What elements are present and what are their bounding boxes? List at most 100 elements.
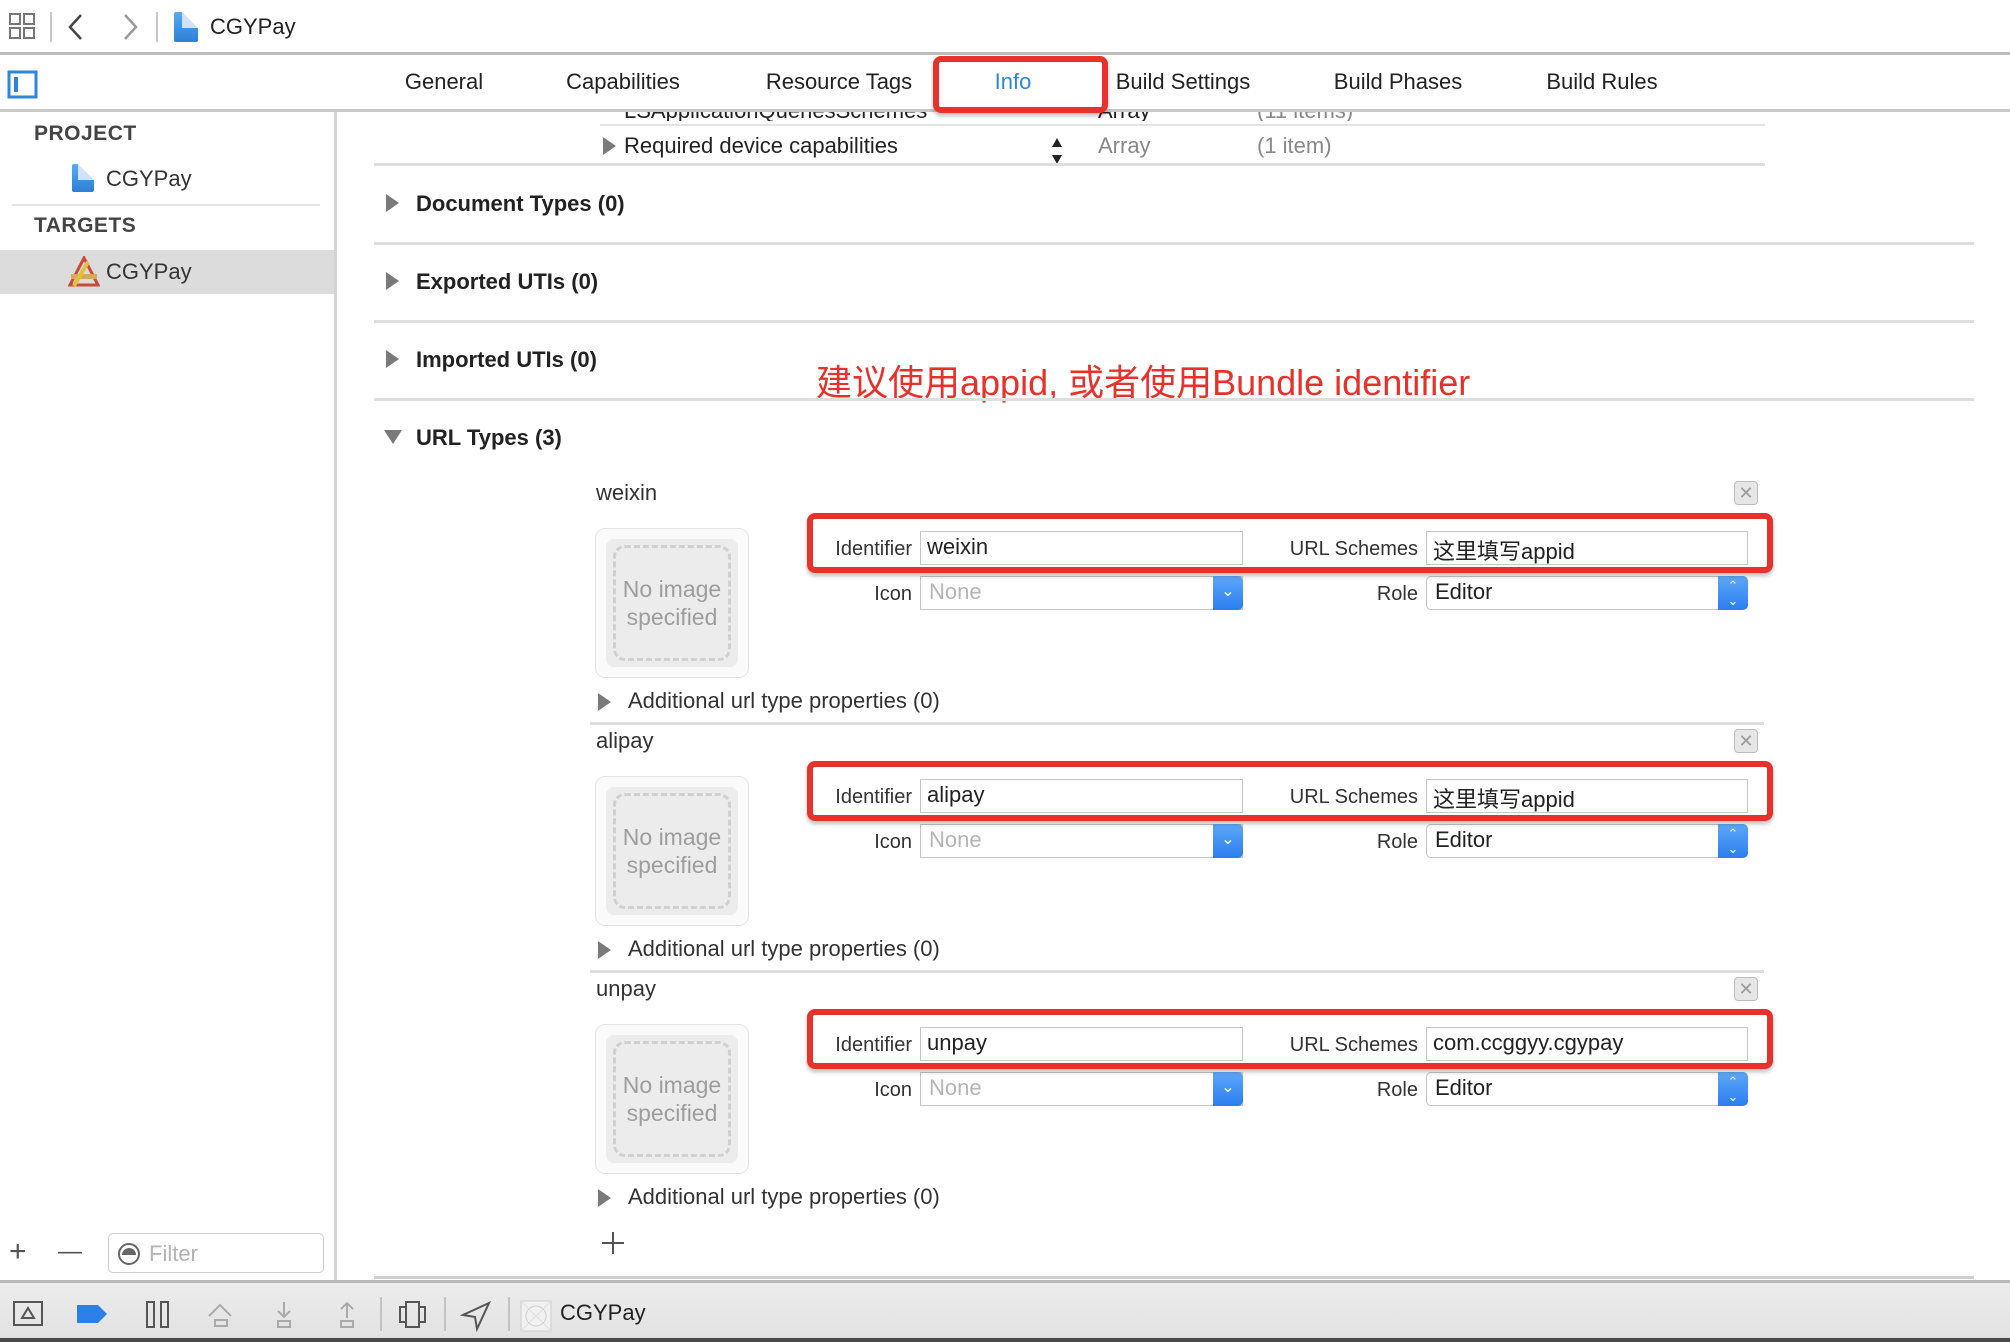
chevron-down-icon: ⌄	[1213, 1072, 1243, 1106]
disclosure-triangle[interactable]	[598, 1189, 611, 1207]
tab-build-rules[interactable]: Build Rules	[1546, 69, 1657, 95]
stepper-icon[interactable]	[1050, 136, 1064, 166]
disclosure-triangle[interactable]	[598, 693, 611, 711]
role-popup-value: Editor	[1435, 1075, 1493, 1100]
project-file-icon	[174, 12, 198, 42]
tab-build-settings[interactable]: Build Settings	[1116, 69, 1251, 95]
step-over-icon[interactable]	[206, 1300, 236, 1330]
role-popup[interactable]: Editor ⌃ ⌄	[1426, 824, 1748, 858]
sidebar-item-label: CGYPay	[106, 259, 192, 284]
role-label: Role	[1376, 831, 1418, 853]
additional-properties[interactable]: Additional url type properties (0)	[628, 1184, 940, 1210]
icon-popup[interactable]: None ⌄	[920, 824, 1243, 858]
step-into-icon[interactable]	[270, 1300, 300, 1330]
filter-icon	[118, 1243, 140, 1265]
additional-properties[interactable]: Additional url type properties (0)	[628, 688, 940, 714]
project-navigator-sidebar: PROJECT CGYPay TARGETS CGYPay	[0, 112, 337, 1280]
url-type-image-well[interactable]: No image specified	[595, 1024, 749, 1174]
filter-placeholder: Filter	[149, 1241, 198, 1266]
plist-type: Array	[1098, 133, 1151, 158]
remove-url-type-button[interactable]: ✕	[1734, 977, 1758, 1001]
add-url-type-icon[interactable]	[600, 1230, 626, 1256]
step-out-icon[interactable]	[333, 1300, 363, 1330]
debug-bar: CGYPay	[0, 1280, 2010, 1342]
breakpoints-icon[interactable]	[76, 1300, 110, 1328]
icon-popup[interactable]: None ⌄	[920, 1072, 1243, 1106]
tab-capabilities[interactable]: Capabilities	[566, 69, 680, 95]
url-type-highlight	[807, 761, 1773, 821]
role-popup[interactable]: Editor ⌃ ⌄	[1426, 576, 1748, 610]
plist-type: Array	[1098, 112, 1151, 121]
plist-key: Required device capabilities	[624, 133, 898, 158]
close-icon: ✕	[1738, 979, 1754, 999]
url-type-highlight	[807, 513, 1773, 573]
info-tab-highlight	[933, 56, 1108, 113]
forward-chevron-icon[interactable]	[120, 12, 140, 42]
remove-url-type-button[interactable]: ✕	[1734, 729, 1758, 753]
divider	[374, 398, 1974, 401]
remove-target-button[interactable]: —	[58, 1237, 82, 1267]
app-target-icon	[68, 256, 100, 288]
tab-resource-tags[interactable]: Resource Tags	[766, 69, 912, 95]
divider	[12, 204, 320, 206]
project-file-icon	[72, 164, 94, 192]
disclosure-triangle[interactable]	[603, 137, 616, 155]
pause-icon[interactable]	[144, 1300, 172, 1330]
breadcrumb-project[interactable]: CGYPay	[210, 14, 296, 40]
icon-popup-value: None	[929, 827, 982, 852]
section-document-types[interactable]: Document Types (0)	[416, 191, 625, 217]
icon-popup-value: None	[929, 579, 982, 604]
divider	[590, 970, 1764, 973]
disclosure-triangle[interactable]	[386, 350, 399, 368]
sidebar-item-project[interactable]: CGYPay	[0, 157, 334, 201]
plist-value: (1 item)	[1257, 133, 1332, 158]
url-type-name: unpay	[596, 976, 656, 1001]
section-imported-utis[interactable]: Imported UTIs (0)	[416, 347, 597, 373]
section-exported-utis[interactable]: Exported UTIs (0)	[416, 269, 598, 295]
divider	[374, 242, 1974, 245]
role-popup-value: Editor	[1435, 579, 1493, 604]
divider	[374, 163, 1765, 166]
url-type-highlight	[807, 1009, 1773, 1069]
tab-build-phases[interactable]: Build Phases	[1334, 69, 1462, 95]
tab-general[interactable]: General	[405, 69, 483, 95]
separator	[508, 1297, 510, 1331]
icon-label: Icon	[874, 831, 912, 853]
divider	[590, 722, 1764, 725]
view-hierarchy-icon[interactable]	[398, 1300, 428, 1330]
disclosure-triangle[interactable]	[386, 194, 399, 212]
title-bar: CGYPay	[0, 0, 2010, 55]
separator	[380, 1297, 382, 1331]
section-url-types[interactable]: URL Types (3)	[416, 425, 562, 451]
image-placeholder-text: No image specified	[622, 1072, 722, 1126]
toggle-sidebar-icon[interactable]	[7, 70, 39, 100]
simulate-location-icon[interactable]	[460, 1300, 492, 1332]
image-placeholder-text: No image specified	[622, 576, 722, 630]
hide-debug-area-icon[interactable]	[12, 1300, 44, 1328]
remove-url-type-button[interactable]: ✕	[1734, 481, 1758, 505]
icon-popup-value: None	[929, 1075, 982, 1100]
disclosure-triangle[interactable]	[598, 941, 611, 959]
url-type-name: weixin	[596, 480, 658, 505]
additional-properties[interactable]: Additional url type properties (0)	[628, 936, 940, 962]
back-chevron-icon[interactable]	[66, 12, 86, 42]
role-label: Role	[1376, 1079, 1418, 1101]
close-icon: ✕	[1738, 731, 1754, 751]
sidebar-item-target[interactable]: CGYPay	[0, 250, 334, 294]
role-popup[interactable]: Editor ⌃ ⌄	[1426, 1072, 1748, 1106]
plist-value: (11 items)	[1257, 112, 1353, 121]
icon-popup[interactable]: None ⌄	[920, 576, 1243, 610]
scheme-app-icon	[520, 1300, 552, 1332]
related-items-icon[interactable]	[8, 12, 38, 42]
disclosure-triangle-open[interactable]	[384, 430, 402, 444]
role-label: Role	[1376, 583, 1418, 605]
scheme-name[interactable]: CGYPay	[560, 1300, 646, 1326]
add-target-button[interactable]: +	[9, 1237, 27, 1267]
filter-field[interactable]: Filter	[108, 1233, 324, 1273]
url-type-image-well[interactable]: No image specified	[595, 776, 749, 926]
disclosure-triangle[interactable]	[386, 272, 399, 290]
image-placeholder-text: No image specified	[622, 824, 722, 878]
targets-section-header: TARGETS	[34, 214, 137, 237]
project-section-header: PROJECT	[34, 122, 137, 145]
url-type-image-well[interactable]: No image specified	[595, 528, 749, 678]
